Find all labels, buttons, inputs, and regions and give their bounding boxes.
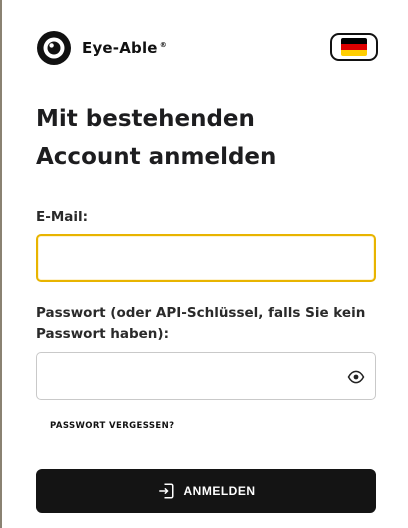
forgot-password-link[interactable]: PASSWORT VERGESSEN? (50, 421, 174, 431)
eye-logo-icon (37, 31, 71, 65)
password-label: Passwort (oder API-Schlüssel, falls Sie … (36, 303, 365, 345)
brand-logo: Eye-Able ® (36, 30, 167, 66)
password-input[interactable] (37, 353, 375, 399)
password-field-wrapper (36, 352, 376, 400)
brand-name: Eye-Able ® (82, 39, 167, 57)
password-label-line-1: Passwort (oder API-Schlüssel, falls Sie … (36, 305, 366, 321)
language-selector-button[interactable] (330, 33, 378, 61)
window-left-edge (0, 0, 2, 528)
login-button-label: ANMELDEN (183, 484, 256, 498)
page-title: Mit bestehenden Account anmelden (36, 100, 366, 176)
page-title-line-2: Account anmelden (36, 144, 277, 170)
login-icon (158, 483, 173, 499)
german-flag-icon (341, 38, 367, 56)
password-label-line-2: Passwort haben): (36, 326, 169, 342)
email-label: E-Mail: (36, 209, 89, 225)
email-input[interactable] (38, 236, 374, 280)
login-button[interactable]: ANMELDEN (36, 469, 376, 513)
email-field-wrapper (36, 234, 376, 282)
header: Eye-Able ® (36, 28, 378, 68)
page-title-line-1: Mit bestehenden (36, 106, 255, 132)
eye-icon[interactable] (347, 368, 365, 386)
trademark-symbol: ® (159, 41, 167, 49)
